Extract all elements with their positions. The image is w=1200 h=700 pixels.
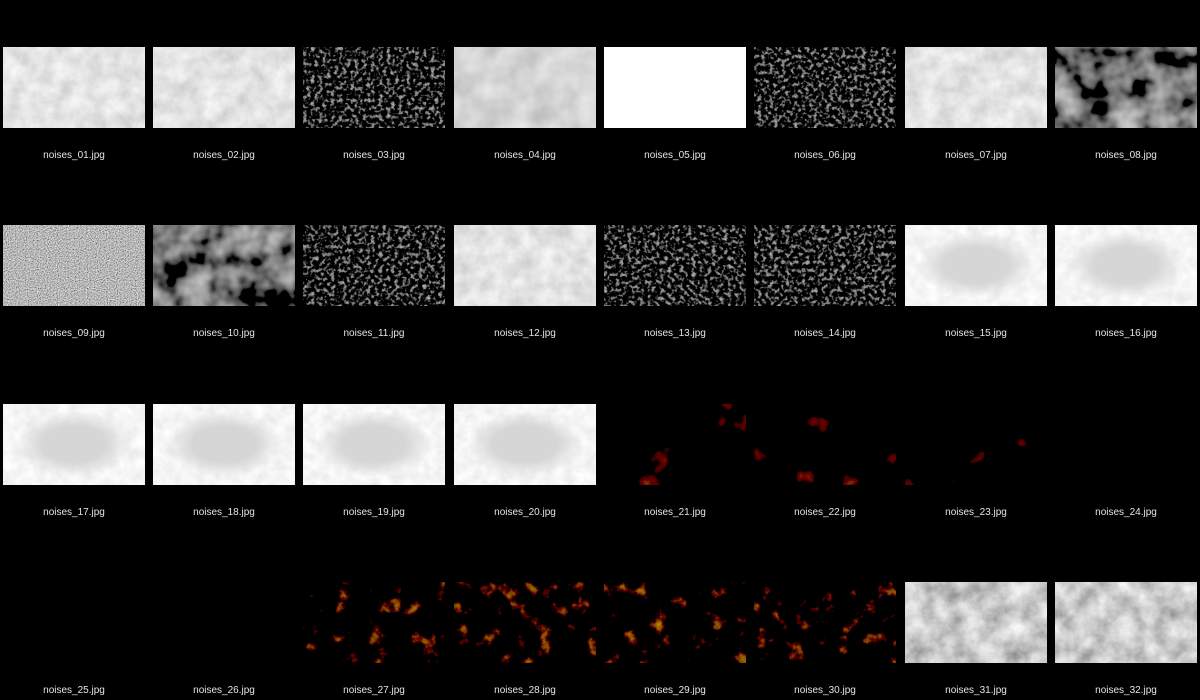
file-tile[interactable]: noises_07.jpg (902, 0, 1052, 178)
file-name-label: noises_13.jpg (644, 328, 706, 339)
thumbnail-image[interactable] (153, 225, 295, 306)
thumbnail-image[interactable] (303, 47, 445, 128)
thumbnail-image[interactable] (754, 225, 896, 306)
file-name-label: noises_24.jpg (1095, 507, 1157, 518)
thumbnail-grid: noises_01.jpg noises_02.jpg noises_03.jpg n… (0, 0, 1200, 700)
file-name-label: noises_16.jpg (1095, 328, 1157, 339)
thumbnail-image[interactable] (1055, 404, 1197, 485)
file-name-label: noises_20.jpg (494, 507, 556, 518)
file-name-label: noises_28.jpg (494, 685, 556, 696)
file-tile[interactable]: noises_22.jpg (751, 357, 901, 535)
file-tile[interactable]: noises_31.jpg (902, 535, 1052, 700)
file-tile[interactable]: noises_16.jpg (1052, 178, 1200, 356)
file-name-label: noises_22.jpg (794, 507, 856, 518)
file-name-label: noises_05.jpg (644, 150, 706, 161)
thumbnail-image[interactable] (303, 225, 445, 306)
file-tile[interactable]: noises_28.jpg (451, 535, 601, 700)
thumbnail-image[interactable] (454, 582, 596, 663)
thumbnail-image[interactable] (905, 225, 1047, 306)
thumbnail-image[interactable] (153, 47, 295, 128)
thumbnail-image[interactable] (905, 47, 1047, 128)
thumbnail-image[interactable] (905, 582, 1047, 663)
thumbnail-image[interactable] (3, 225, 145, 306)
file-name-label: noises_26.jpg (193, 685, 255, 696)
file-name-label: noises_25.jpg (43, 685, 105, 696)
file-name-label: noises_03.jpg (343, 150, 405, 161)
file-name-label: noises_09.jpg (43, 328, 105, 339)
file-tile[interactable]: noises_01.jpg (0, 0, 150, 178)
file-name-label: noises_07.jpg (945, 150, 1007, 161)
file-tile[interactable]: noises_11.jpg (300, 178, 450, 356)
thumbnail-image[interactable] (754, 404, 896, 485)
file-name-label: noises_10.jpg (193, 328, 255, 339)
file-tile[interactable]: noises_09.jpg (0, 178, 150, 356)
thumbnail-image[interactable] (3, 404, 145, 485)
file-tile[interactable]: noises_25.jpg (0, 535, 150, 700)
file-tile[interactable]: noises_02.jpg (150, 0, 300, 178)
thumbnail-image[interactable] (454, 225, 596, 306)
file-name-label: noises_01.jpg (43, 150, 105, 161)
thumbnail-image[interactable] (1055, 47, 1197, 128)
file-tile[interactable]: noises_18.jpg (150, 357, 300, 535)
thumbnail-image[interactable] (3, 582, 145, 663)
file-name-label: noises_18.jpg (193, 507, 255, 518)
file-tile[interactable]: noises_19.jpg (300, 357, 450, 535)
file-name-label: noises_08.jpg (1095, 150, 1157, 161)
thumbnail-image[interactable] (454, 47, 596, 128)
file-tile[interactable]: noises_13.jpg (601, 178, 751, 356)
file-name-label: noises_23.jpg (945, 507, 1007, 518)
file-name-label: noises_15.jpg (945, 328, 1007, 339)
thumbnail-image[interactable] (454, 404, 596, 485)
file-tile[interactable]: noises_10.jpg (150, 178, 300, 356)
file-name-label: noises_21.jpg (644, 507, 706, 518)
file-name-label: noises_32.jpg (1095, 685, 1157, 696)
file-tile[interactable]: noises_08.jpg (1052, 0, 1200, 178)
thumbnail-image[interactable] (604, 582, 746, 663)
file-name-label: noises_14.jpg (794, 328, 856, 339)
file-tile[interactable]: noises_06.jpg (751, 0, 901, 178)
thumbnail-image[interactable] (153, 582, 295, 663)
thumbnail-image[interactable] (754, 582, 896, 663)
file-name-label: noises_27.jpg (343, 685, 405, 696)
file-name-label: noises_02.jpg (193, 150, 255, 161)
file-tile[interactable]: noises_14.jpg (751, 178, 901, 356)
file-name-label: noises_17.jpg (43, 507, 105, 518)
thumbnail-image[interactable] (604, 404, 746, 485)
file-name-label: noises_29.jpg (644, 685, 706, 696)
file-tile[interactable]: noises_24.jpg (1052, 357, 1200, 535)
file-tile[interactable]: noises_15.jpg (902, 178, 1052, 356)
thumbnail-image[interactable] (754, 47, 896, 128)
file-name-label: noises_06.jpg (794, 150, 856, 161)
file-tile[interactable]: noises_03.jpg (300, 0, 450, 178)
thumbnail-image[interactable] (153, 404, 295, 485)
file-name-label: noises_12.jpg (494, 328, 556, 339)
file-name-label: noises_04.jpg (494, 150, 556, 161)
thumbnail-image[interactable] (303, 582, 445, 663)
file-tile[interactable]: noises_27.jpg (300, 535, 450, 700)
file-tile[interactable]: noises_32.jpg (1052, 535, 1200, 700)
file-name-label: noises_30.jpg (794, 685, 856, 696)
thumbnail-image[interactable] (905, 404, 1047, 485)
file-tile[interactable]: noises_17.jpg (0, 357, 150, 535)
thumbnail-image[interactable] (1055, 225, 1197, 306)
thumbnail-image[interactable] (3, 47, 145, 128)
file-tile[interactable]: noises_30.jpg (751, 535, 901, 700)
file-tile[interactable]: noises_23.jpg (902, 357, 1052, 535)
file-tile[interactable]: noises_26.jpg (150, 535, 300, 700)
thumbnail-image[interactable] (604, 225, 746, 306)
file-name-label: noises_31.jpg (945, 685, 1007, 696)
thumbnail-image[interactable] (604, 47, 746, 128)
file-name-label: noises_11.jpg (343, 328, 405, 339)
thumbnail-image[interactable] (303, 404, 445, 485)
file-name-label: noises_19.jpg (343, 507, 405, 518)
file-tile[interactable]: noises_20.jpg (451, 357, 601, 535)
file-tile[interactable]: noises_04.jpg (451, 0, 601, 178)
file-tile[interactable]: noises_12.jpg (451, 178, 601, 356)
file-tile[interactable]: noises_05.jpg (601, 0, 751, 178)
file-tile[interactable]: noises_29.jpg (601, 535, 751, 700)
thumbnail-image[interactable] (1055, 582, 1197, 663)
file-tile[interactable]: noises_21.jpg (601, 357, 751, 535)
